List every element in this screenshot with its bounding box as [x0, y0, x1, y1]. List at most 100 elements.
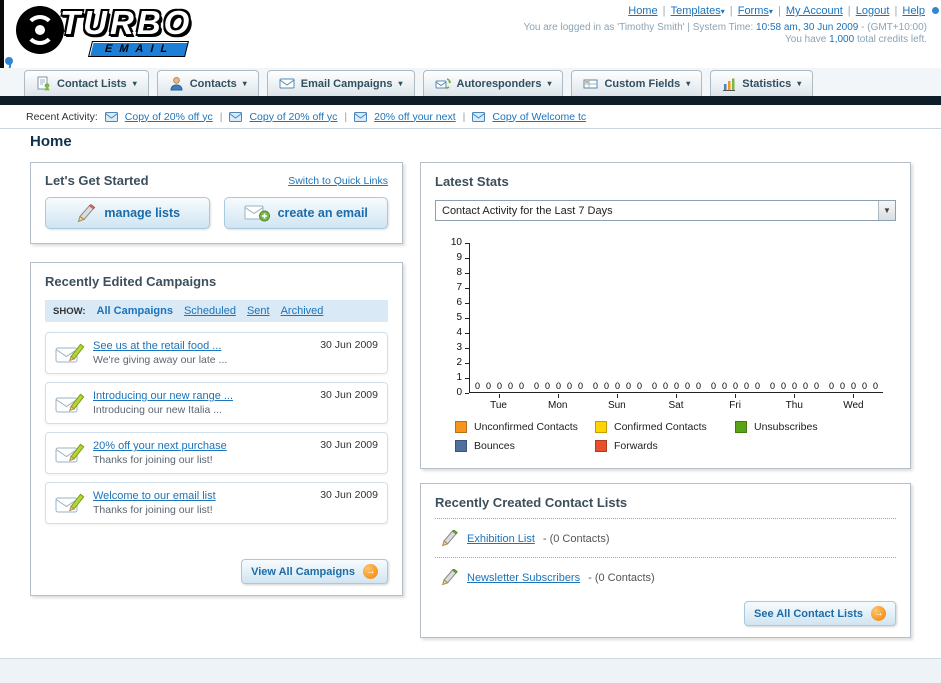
pencil-icon	[439, 530, 459, 547]
top-link-templates[interactable]: Templates ▾	[671, 5, 725, 17]
value-label: 0	[651, 381, 657, 391]
y-tick-mark	[465, 378, 469, 379]
tab-contact-lists[interactable]: Contact Lists ▾	[24, 70, 149, 96]
campaign-item[interactable]: See us at the retail food ... We're givin…	[45, 332, 388, 374]
tab-statistics[interactable]: Statistics ▾	[710, 70, 814, 96]
y-tick-mark	[465, 243, 469, 244]
credits-prefix: You have	[785, 34, 827, 45]
switch-quick-links[interactable]: Switch to Quick Links	[288, 175, 388, 187]
value-label: 0	[626, 381, 632, 391]
y-tick-mark	[465, 288, 469, 289]
nav-divider-bar	[0, 96, 941, 105]
tab-label: Email Campaigns	[300, 77, 393, 90]
contact-list-item[interactable]: Newsletter Subscribers - (0 Contacts)	[435, 564, 896, 590]
link-separator: |	[844, 5, 854, 17]
chevron-down-icon: ▾	[132, 79, 137, 88]
email-icon	[104, 111, 118, 122]
tab-email-campaigns[interactable]: Email Campaigns ▾	[266, 70, 415, 96]
link-separator: |	[726, 5, 736, 17]
value-label: 0	[578, 381, 584, 391]
tab-contacts[interactable]: Contacts ▾	[156, 70, 259, 96]
legend-row: Unconfirmed Contacts Confirmed Contacts Un…	[455, 421, 896, 433]
recent-activity-link[interactable]: 20% off your next	[374, 111, 456, 123]
see-all-contact-lists-button[interactable]: See All Contact Lists →	[743, 601, 896, 626]
contact-list-count: - (0 Contacts)	[542, 532, 610, 545]
legend-label: Unconfirmed Contacts	[474, 421, 578, 433]
recent-activity-link[interactable]: Copy of 20% off yc	[125, 111, 213, 123]
legend-label: Confirmed Contacts	[614, 421, 707, 433]
y-tick-label: 8	[456, 267, 462, 278]
top-link-logout[interactable]: Logout	[856, 5, 890, 17]
logo-wordmark: TURBO	[60, 4, 193, 41]
link-separator: |	[891, 5, 901, 17]
tab-custom-fields[interactable]: Custom Fields ▾	[571, 70, 703, 96]
decorative-blue-dot-right	[932, 7, 939, 14]
y-tick-mark	[465, 363, 469, 364]
top-link-forms[interactable]: Forms ▾	[738, 5, 773, 17]
campaign-subtitle: Introducing our new Italia ...	[93, 404, 222, 416]
y-tick-label: 0	[456, 387, 462, 398]
credits-suffix: total credits left.	[856, 34, 927, 45]
filter-all-campaigns[interactable]: All Campaigns	[97, 305, 173, 317]
filter-sent[interactable]: Sent	[247, 305, 270, 317]
campaign-title-link[interactable]: 20% off your next purchase	[93, 440, 227, 452]
zero-label-group: 00000	[647, 381, 706, 391]
contact-list-link[interactable]: Newsletter Subscribers	[467, 572, 580, 584]
manage-lists-button[interactable]: manage lists	[45, 197, 210, 229]
stats-period-dropdown[interactable]: Contact Activity for the Last 7 Days ▼	[435, 200, 896, 221]
chevron-down-icon: ▾	[768, 7, 773, 16]
contact-list-link[interactable]: Exhibition List	[467, 533, 535, 545]
y-tick-label: 1	[456, 372, 462, 383]
legend-swatch	[595, 440, 607, 452]
value-label: 0	[592, 381, 598, 391]
top-link-my-account[interactable]: My Account	[786, 5, 843, 17]
recent-activity-link[interactable]: Copy of 20% off yc	[249, 111, 337, 123]
top-nav-links: Home | Templates ▾ | Forms ▾ | My Accoun…	[626, 5, 927, 17]
chart-legend: Unconfirmed Contacts Confirmed Contacts Un…	[435, 421, 896, 452]
top-link-home[interactable]: Home	[628, 5, 657, 17]
campaign-list: See us at the retail food ... We're givin…	[45, 332, 388, 524]
y-tick-mark	[465, 303, 469, 304]
campaign-title-link[interactable]: Introducing our new range ...	[93, 390, 233, 402]
tab-autoresponders[interactable]: Autoresponders ▾	[422, 70, 564, 96]
campaign-item[interactable]: 20% off your next purchase Thanks for joi…	[45, 432, 388, 474]
create-email-button[interactable]: create an email	[223, 197, 388, 229]
link-separator: |	[219, 110, 223, 123]
filter-archived[interactable]: Archived	[281, 305, 324, 317]
campaign-item[interactable]: Welcome to our email list Thanks for join…	[45, 482, 388, 524]
recent-activity-link[interactable]: Copy of Welcome tc	[492, 111, 586, 123]
legend-row: Bounces Forwards	[455, 440, 896, 452]
y-tick-label: 5	[456, 312, 462, 323]
y-tick-label: 9	[456, 252, 462, 263]
campaign-text: See us at the retail food ... We're givin…	[93, 340, 227, 366]
system-time: 10:58 am, 30 Jun 2009	[756, 22, 859, 33]
chevron-down-icon: ▼	[878, 201, 895, 220]
x-axis-label: Sat	[646, 394, 705, 411]
y-tick-mark	[465, 393, 469, 394]
value-label: 0	[508, 381, 514, 391]
logo-subtitle: EMAIL	[88, 41, 190, 57]
campaign-title-link[interactable]: See us at the retail food ...	[93, 340, 227, 352]
zero-label-group: 00000	[765, 381, 824, 391]
value-label: 0	[791, 381, 797, 391]
link-separator: |	[774, 5, 784, 17]
x-axis-label: Fri	[706, 394, 765, 411]
arrow-icon: →	[363, 564, 378, 579]
dotted-divider	[435, 518, 896, 519]
contact-list-count: - (0 Contacts)	[588, 571, 655, 584]
email-pencil-icon	[55, 392, 85, 415]
top-link-help[interactable]: Help	[902, 5, 925, 17]
campaign-item[interactable]: Introducing our new range ... Introducing…	[45, 382, 388, 424]
contact-list-item[interactable]: Exhibition List - (0 Contacts)	[435, 525, 896, 551]
contact-lists-title: Recently Created Contact Lists	[435, 495, 628, 510]
contacts-icon	[169, 76, 184, 91]
legend-label: Bounces	[474, 440, 515, 452]
manage-lists-label: manage lists	[104, 206, 181, 220]
value-label: 0	[732, 381, 738, 391]
filter-scheduled[interactable]: Scheduled	[184, 305, 236, 317]
value-label: 0	[780, 381, 786, 391]
campaigns-panel: Recently Edited Campaigns SHOW: All Camp…	[30, 262, 403, 596]
campaign-title-link[interactable]: Welcome to our email list	[93, 490, 216, 502]
view-all-campaigns-button[interactable]: View All Campaigns →	[241, 559, 388, 584]
value-label: 0	[721, 381, 727, 391]
